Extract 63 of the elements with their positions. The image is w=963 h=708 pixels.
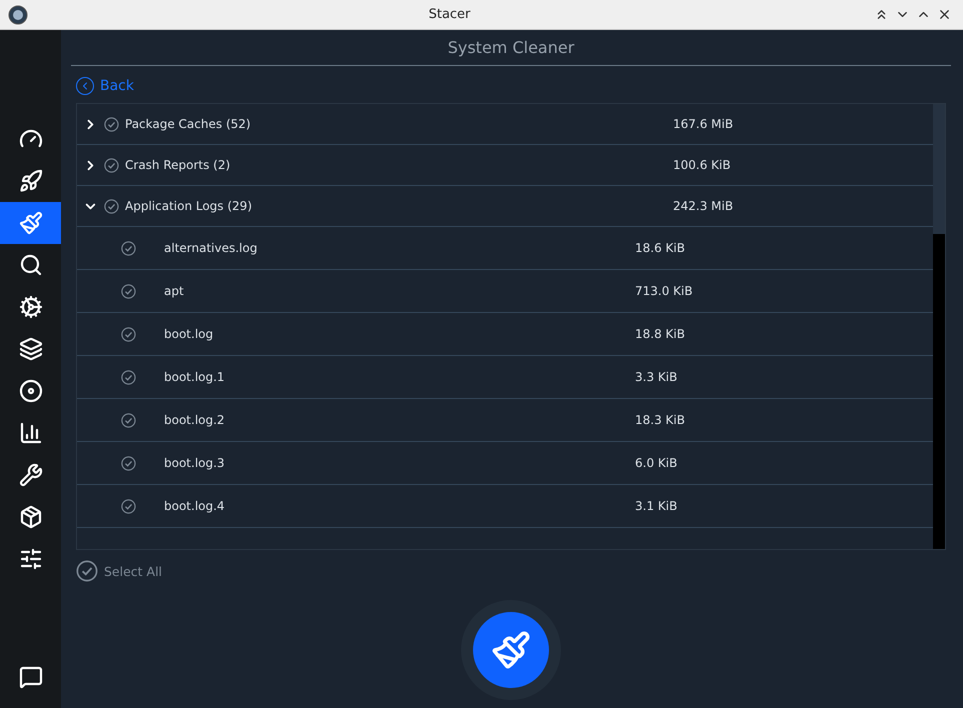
file-label: boot.log.4 — [164, 499, 225, 513]
layers-icon — [18, 337, 42, 361]
file-label: boot.log — [164, 327, 214, 341]
tree-row[interactable]: apt 713.0 KiB — [77, 270, 933, 313]
wrench-icon — [18, 463, 42, 487]
check-circle-icon[interactable] — [76, 560, 98, 582]
check-circle-icon[interactable] — [121, 456, 136, 470]
tree-row[interactable]: Application Logs (29) 242.3 MiB — [77, 186, 933, 227]
brush-icon — [18, 211, 42, 235]
file-label: boot.log.3 — [164, 456, 225, 470]
tree-row[interactable]: boot.log.4 3.1 KiB — [77, 485, 933, 528]
check-circle-icon[interactable] — [121, 326, 136, 342]
size-text: 18.8 KiB — [634, 327, 685, 341]
rocket-icon — [18, 169, 42, 193]
disc-icon — [18, 379, 42, 403]
file-label: boot.log.1 — [164, 370, 225, 384]
file-label: apt — [164, 284, 184, 298]
size-text: 3.1 KiB — [634, 499, 678, 513]
tree-row[interactable]: Package Caches (52) 167.6 MiB — [77, 104, 933, 145]
category-label: Application Logs (29) — [125, 199, 252, 213]
category-label: Package Caches (52) — [125, 117, 251, 131]
size-text: 18.6 KiB — [634, 241, 685, 255]
tree-row[interactable]: alternatives.log 18.6 KiB — [77, 227, 933, 270]
gear-icon — [18, 295, 42, 319]
bar-chart-icon — [18, 421, 42, 445]
size-text: 3.3 KiB — [634, 370, 678, 384]
check-circle-icon[interactable] — [121, 370, 136, 384]
check-circle-icon[interactable] — [121, 498, 136, 514]
size-text: 713.0 KiB — [634, 284, 693, 298]
tree-row[interactable]: boot.log.1 3.3 KiB — [77, 356, 933, 399]
size-text: 242.3 MiB — [672, 199, 734, 213]
check-circle-icon[interactable] — [121, 240, 136, 256]
check-circle-icon[interactable] — [104, 116, 119, 132]
back-label: Back — [100, 78, 134, 94]
check-circle-icon[interactable] — [121, 412, 136, 428]
tree-row[interactable]: boot.log.3 6.0 KiB — [77, 442, 933, 485]
select-all-label: Select All — [104, 564, 162, 578]
check-circle-icon[interactable] — [121, 284, 136, 298]
app-logo-icon — [8, 4, 28, 24]
tree-row[interactable]: boot.log 18.8 KiB — [77, 313, 933, 356]
file-label: boot.log.2 — [164, 413, 225, 427]
search-icon — [18, 253, 42, 277]
size-text: 18.3 KiB — [634, 413, 685, 427]
brush-icon — [491, 630, 531, 670]
package-icon — [18, 505, 42, 529]
window-title: Stacer — [428, 7, 472, 22]
size-text: 100.6 KiB — [672, 158, 731, 172]
check-circle-icon[interactable] — [104, 198, 119, 214]
scrollbar[interactable] — [933, 104, 945, 549]
size-text: 6.0 KiB — [634, 456, 678, 470]
message-icon — [18, 665, 42, 689]
back-link[interactable]: Back — [76, 77, 134, 95]
category-label: Crash Reports (2) — [125, 158, 230, 172]
close-icon — [937, 7, 952, 22]
file-label: alternatives.log — [164, 241, 258, 255]
back-circle-icon — [76, 77, 94, 95]
page-title: System Cleaner — [71, 30, 951, 66]
select-all-checkbox[interactable]: Select All — [76, 560, 162, 582]
tree-row[interactable]: Crash Reports (2) 100.6 KiB — [77, 145, 933, 186]
check-circle-icon[interactable] — [104, 158, 119, 172]
sliders-icon — [18, 547, 42, 571]
size-text: 167.6 MiB — [672, 117, 734, 131]
tree-row[interactable]: boot.log.2 18.3 KiB — [77, 399, 933, 442]
